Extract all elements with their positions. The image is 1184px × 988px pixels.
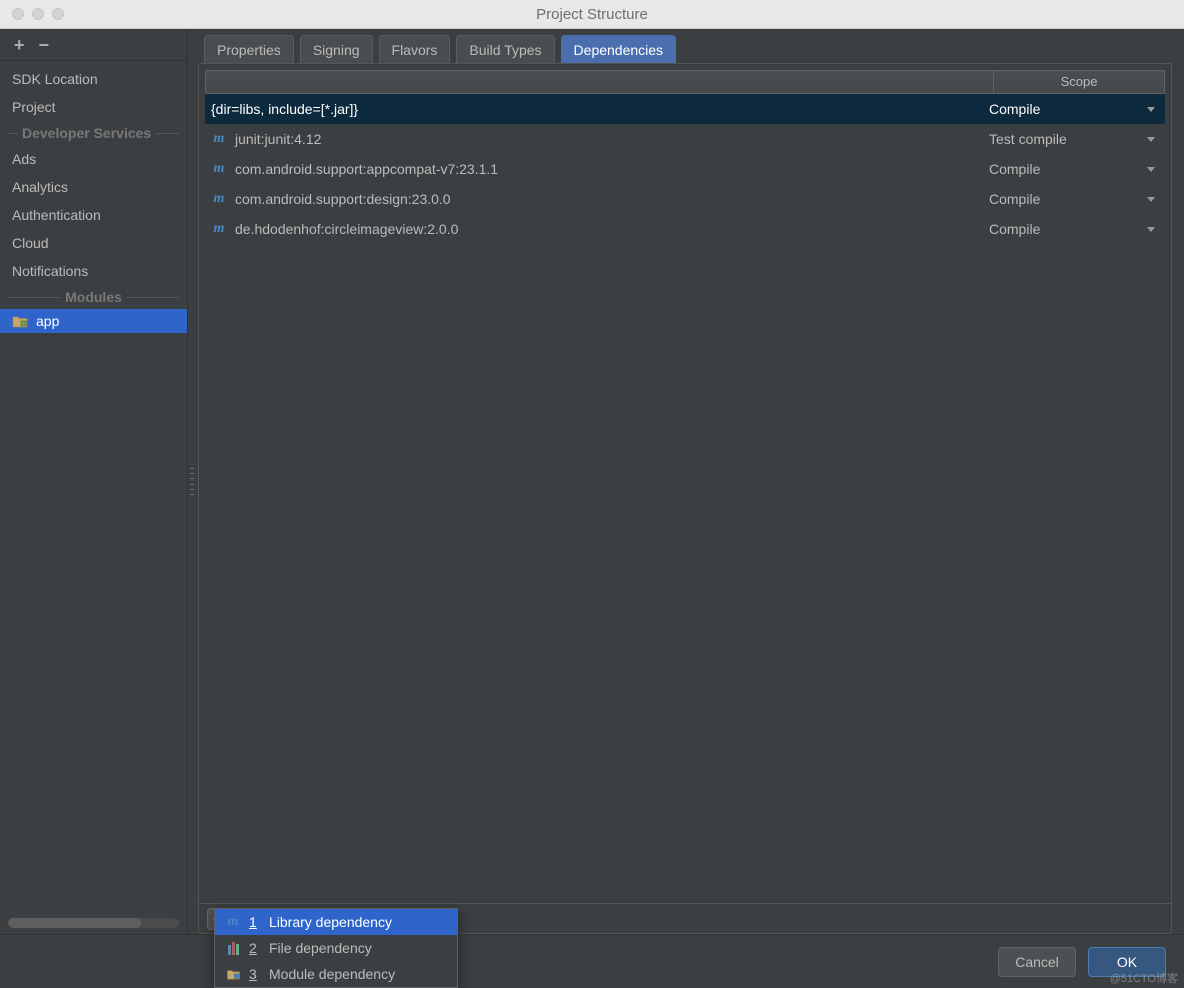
sidebar-item-project[interactable]: Project (0, 93, 187, 121)
sidebar-module-label: app (36, 313, 59, 329)
dep-name-cell: m com.android.support:appcompat-v7:23.1.… (211, 161, 989, 177)
chevron-down-icon (1147, 167, 1155, 172)
minimize-window-icon[interactable] (32, 8, 44, 20)
dep-name-cell: m junit:junit:4.12 (211, 131, 989, 147)
scope-value: Compile (989, 191, 1040, 207)
close-window-icon[interactable] (12, 8, 24, 20)
scope-value: Test compile (989, 131, 1067, 147)
tab-content: Scope {dir=libs, include=[*.jar]} Compil… (198, 63, 1172, 934)
sidebar-item-sdk-location[interactable]: SDK Location (0, 65, 187, 93)
sidebar-item-ads[interactable]: Ads (0, 145, 187, 173)
dependencies-table: Scope {dir=libs, include=[*.jar]} Compil… (199, 64, 1171, 903)
traffic-lights (0, 8, 64, 20)
books-icon (225, 940, 241, 956)
dep-scope-cell[interactable]: Compile (989, 191, 1159, 207)
maven-icon: m (211, 222, 227, 236)
sidebar-section-developer: Developer Services (0, 121, 187, 145)
popup-index: 2 (249, 940, 261, 956)
dialog-footer: Cancel OK (0, 934, 1184, 988)
sidebar-toolbar: + − (0, 29, 187, 61)
sidebar-list: SDK Location Project Developer Services … (0, 61, 187, 914)
dep-label: junit:junit:4.12 (235, 131, 321, 147)
window-body: + − SDK Location Project Developer Servi… (0, 29, 1184, 988)
sidebar: + − SDK Location Project Developer Servi… (0, 29, 188, 934)
titlebar: Project Structure (0, 0, 1184, 29)
maven-icon: m (225, 914, 241, 930)
window-title: Project Structure (0, 6, 1184, 23)
scrollbar-thumb[interactable] (8, 918, 141, 928)
dep-name-cell: m com.android.support:design:23.0.0 (211, 191, 989, 207)
splitter[interactable] (188, 29, 196, 934)
sidebar-item-cloud[interactable]: Cloud (0, 229, 187, 257)
chevron-down-icon (1147, 107, 1155, 112)
tab-bar: Properties Signing Flavors Build Types D… (198, 35, 1172, 64)
popup-label: Module dependency (269, 966, 395, 982)
dep-name-cell: m de.hdodenhof:circleimageview:2.0.0 (211, 221, 989, 237)
folder-module-icon (225, 966, 241, 982)
table-row[interactable]: m com.android.support:design:23.0.0 Comp… (205, 184, 1165, 214)
tab-signing[interactable]: Signing (300, 35, 373, 64)
dep-label: {dir=libs, include=[*.jar]} (211, 101, 358, 117)
scope-value: Compile (989, 161, 1040, 177)
remove-module-icon[interactable]: − (39, 36, 50, 54)
popup-index: 3 (249, 966, 261, 982)
module-folder-icon (12, 314, 28, 328)
sidebar-section-modules: Modules (0, 285, 187, 309)
cancel-button[interactable]: Cancel (998, 947, 1076, 977)
popup-item-library[interactable]: m 1 Library dependency (215, 909, 457, 935)
zoom-window-icon[interactable] (52, 8, 64, 20)
table-row[interactable]: m de.hdodenhof:circleimageview:2.0.0 Com… (205, 214, 1165, 244)
maven-icon: m (211, 162, 227, 176)
column-header-name[interactable] (206, 71, 994, 93)
maven-icon: m (211, 132, 227, 146)
popup-index: 1 (249, 914, 261, 930)
tab-build-types[interactable]: Build Types (456, 35, 554, 64)
popup-item-module[interactable]: 3 Module dependency (215, 961, 457, 987)
tab-dependencies[interactable]: Dependencies (561, 35, 677, 64)
dep-scope-cell[interactable]: Compile (989, 101, 1159, 117)
scope-value: Compile (989, 221, 1040, 237)
tab-flavors[interactable]: Flavors (379, 35, 451, 64)
popup-item-file[interactable]: 2 File dependency (215, 935, 457, 961)
popup-label: File dependency (269, 940, 372, 956)
chevron-down-icon (1147, 227, 1155, 232)
chevron-down-icon (1147, 137, 1155, 142)
scope-value: Compile (989, 101, 1040, 117)
watermark: @51CTO博客 (1110, 970, 1178, 986)
main-panel: Properties Signing Flavors Build Types D… (196, 29, 1184, 934)
dep-scope-cell[interactable]: Compile (989, 161, 1159, 177)
dep-scope-cell[interactable]: Compile (989, 221, 1159, 237)
popup-label: Library dependency (269, 914, 392, 930)
add-dependency-popup: m 1 Library dependency 2 File dependency… (214, 908, 458, 988)
table-header: Scope (205, 70, 1165, 94)
sidebar-item-notifications[interactable]: Notifications (0, 257, 187, 285)
splitter-grip-icon (190, 468, 194, 496)
chevron-down-icon (1147, 197, 1155, 202)
maven-icon: m (211, 192, 227, 206)
sidebar-module-app[interactable]: app (0, 309, 187, 333)
sidebar-item-analytics[interactable]: Analytics (0, 173, 187, 201)
sidebar-item-authentication[interactable]: Authentication (0, 201, 187, 229)
table-row[interactable]: m com.android.support:appcompat-v7:23.1.… (205, 154, 1165, 184)
column-header-scope[interactable]: Scope (994, 71, 1164, 93)
dep-label: de.hdodenhof:circleimageview:2.0.0 (235, 221, 458, 237)
add-module-icon[interactable]: + (14, 36, 25, 54)
dep-label: com.android.support:design:23.0.0 (235, 191, 451, 207)
tab-properties[interactable]: Properties (204, 35, 294, 64)
dep-label: com.android.support:appcompat-v7:23.1.1 (235, 161, 498, 177)
dep-scope-cell[interactable]: Test compile (989, 131, 1159, 147)
table-row[interactable]: {dir=libs, include=[*.jar]} Compile (205, 94, 1165, 124)
sidebar-scrollbar[interactable] (8, 918, 179, 928)
table-body: {dir=libs, include=[*.jar]} Compile m ju… (205, 94, 1165, 897)
dep-name-cell: {dir=libs, include=[*.jar]} (211, 101, 989, 117)
table-row[interactable]: m junit:junit:4.12 Test compile (205, 124, 1165, 154)
